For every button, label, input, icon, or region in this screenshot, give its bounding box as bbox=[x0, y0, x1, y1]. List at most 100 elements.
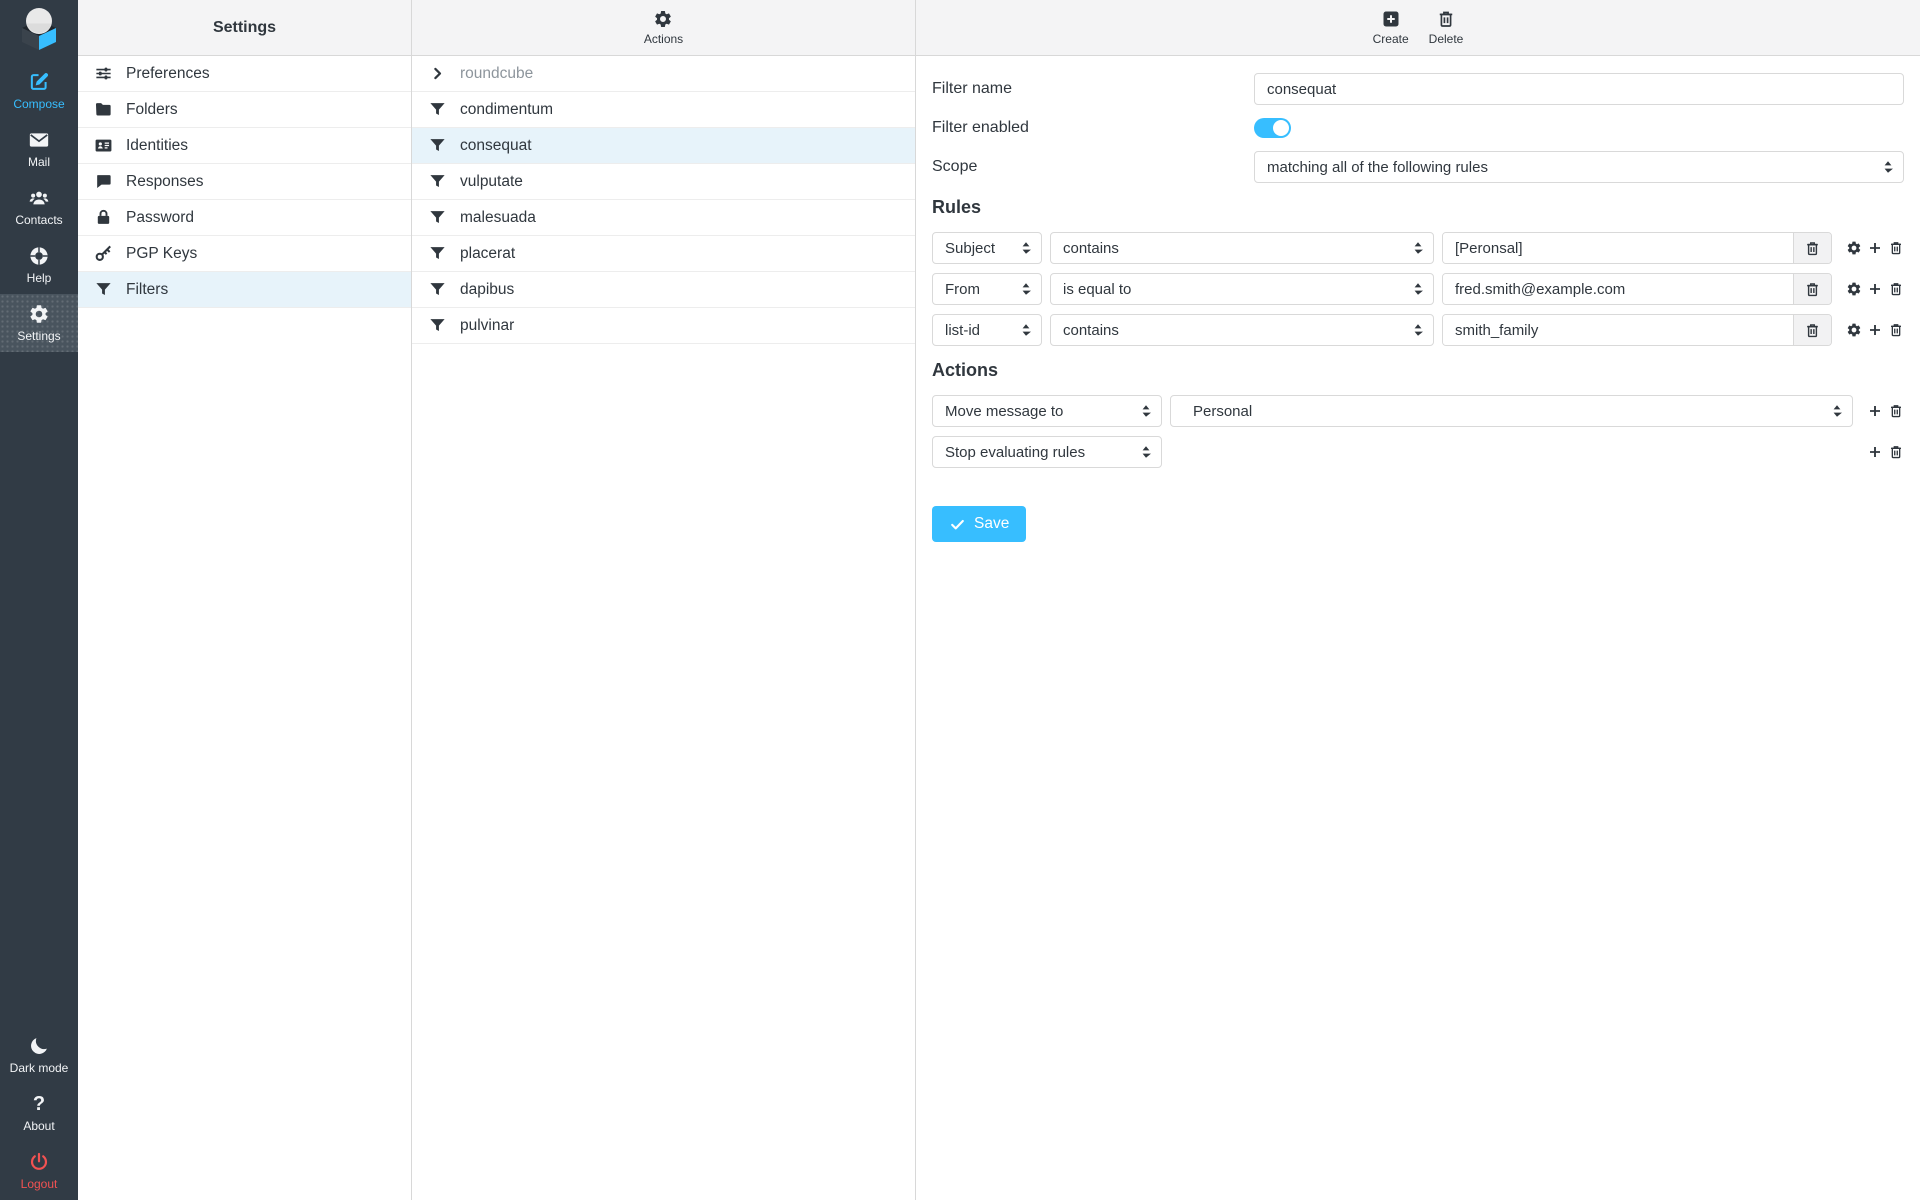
action-target-select[interactable]: Personal bbox=[1170, 395, 1853, 427]
key-icon bbox=[94, 244, 113, 263]
sidebar-item-mail[interactable]: Mail bbox=[0, 120, 78, 178]
filter-enabled-row: Filter enabled bbox=[932, 118, 1904, 138]
create-button[interactable]: Create bbox=[1363, 9, 1419, 46]
filter-item-pulvinar[interactable]: pulvinar bbox=[412, 308, 915, 344]
filter-enabled-toggle[interactable] bbox=[1254, 118, 1291, 138]
settings-panel: Settings Preferences Folders Identities … bbox=[78, 0, 412, 1200]
save-button[interactable]: Save bbox=[932, 506, 1027, 542]
rule-add-button[interactable] bbox=[1867, 322, 1883, 338]
delete-button-label: Delete bbox=[1428, 32, 1464, 46]
trash-icon bbox=[1888, 281, 1904, 297]
rule-advanced-button[interactable] bbox=[1846, 322, 1862, 338]
sidebar-item-label: Contacts bbox=[15, 213, 63, 227]
action-delete-button[interactable] bbox=[1888, 403, 1904, 419]
settings-panel-header: Settings bbox=[78, 0, 411, 56]
contacts-icon bbox=[28, 187, 50, 209]
filter-actions-button[interactable]: Actions bbox=[634, 9, 693, 46]
settings-item-label: PGP Keys bbox=[126, 244, 198, 262]
rule-field-select[interactable]: list-id bbox=[932, 314, 1042, 346]
rule-operator-select[interactable]: is equal to bbox=[1050, 273, 1434, 305]
sidebar-item-label: Settings bbox=[17, 329, 61, 343]
sidebar-item-settings[interactable]: Settings bbox=[0, 294, 78, 352]
rule-value-input[interactable] bbox=[1443, 233, 1793, 263]
trash-icon bbox=[1804, 322, 1821, 339]
select-arrows-icon bbox=[1413, 323, 1423, 337]
filter-set-roundcube[interactable]: roundcube bbox=[412, 56, 915, 92]
settings-item-pgp-keys[interactable]: PGP Keys bbox=[78, 236, 411, 272]
moon-icon bbox=[28, 1035, 50, 1057]
filter-item-consequat[interactable]: consequat bbox=[412, 128, 915, 164]
sidebar-item-logout[interactable]: Logout bbox=[0, 1142, 78, 1200]
rule-add-button[interactable] bbox=[1867, 240, 1883, 256]
funnel-icon bbox=[428, 280, 447, 299]
rules-heading: Rules bbox=[932, 197, 982, 217]
task-menu: Compose Mail Contacts Help Settings Dark… bbox=[0, 0, 78, 1200]
filter-item-malesuada[interactable]: malesuada bbox=[412, 200, 915, 236]
settings-item-identities[interactable]: Identities bbox=[78, 128, 411, 164]
action-delete-button[interactable] bbox=[1888, 444, 1904, 460]
action-add-button[interactable] bbox=[1867, 444, 1883, 460]
create-plus-icon bbox=[1381, 9, 1401, 29]
funnel-icon bbox=[428, 136, 447, 155]
filter-item-dapibus[interactable]: dapibus bbox=[412, 272, 915, 308]
filter-detail-panel: Create Delete Filter name Filter enabled… bbox=[916, 0, 1920, 1200]
rule-row-controls bbox=[1840, 273, 1904, 305]
rule-field-select[interactable]: From bbox=[932, 273, 1042, 305]
rule-advanced-button[interactable] bbox=[1846, 240, 1862, 256]
filter-item-label: condimentum bbox=[460, 100, 554, 118]
rule-value-input[interactable] bbox=[1443, 315, 1793, 345]
rule-advanced-button[interactable] bbox=[1846, 281, 1862, 297]
rule-field-select[interactable]: Subject bbox=[932, 232, 1042, 264]
rule-add-button[interactable] bbox=[1867, 281, 1883, 297]
sliders-icon bbox=[94, 64, 113, 83]
action-add-button[interactable] bbox=[1867, 403, 1883, 419]
save-button-label: Save bbox=[974, 515, 1010, 532]
rule-delete-button[interactable] bbox=[1888, 240, 1904, 256]
filter-item-placerat[interactable]: placerat bbox=[412, 236, 915, 272]
rule-delete-button[interactable] bbox=[1888, 322, 1904, 338]
sidebar-item-contacts[interactable]: Contacts bbox=[0, 178, 78, 236]
rule-value-group bbox=[1442, 314, 1832, 346]
rule-value-clear-button[interactable] bbox=[1793, 315, 1831, 345]
settings-item-filters[interactable]: Filters bbox=[78, 272, 411, 308]
sidebar-item-compose[interactable]: Compose bbox=[0, 62, 78, 120]
rule-operator-select[interactable]: contains bbox=[1050, 314, 1434, 346]
settings-item-responses[interactable]: Responses bbox=[78, 164, 411, 200]
filters-list: roundcube condimentum consequat vulputat… bbox=[412, 56, 915, 344]
rule-operator-select[interactable]: contains bbox=[1050, 232, 1434, 264]
select-arrows-icon bbox=[1832, 404, 1842, 418]
rule-operator-value: contains bbox=[1063, 239, 1119, 257]
delete-button[interactable]: Delete bbox=[1419, 9, 1474, 46]
rule-value-group bbox=[1442, 232, 1832, 264]
sidebar-item-about[interactable]: ? About bbox=[0, 1084, 78, 1142]
gear-icon bbox=[1846, 281, 1862, 297]
rule-field-value: From bbox=[945, 280, 980, 298]
filters-panel-header: Actions bbox=[412, 0, 915, 56]
settings-item-label: Identities bbox=[126, 136, 189, 154]
settings-item-folders[interactable]: Folders bbox=[78, 92, 411, 128]
trash-icon bbox=[1436, 9, 1456, 29]
plus-icon bbox=[1867, 403, 1883, 419]
filter-item-label: vulputate bbox=[460, 172, 523, 190]
sidebar-item-dark-mode[interactable]: Dark mode bbox=[0, 1026, 78, 1084]
rule-value-input[interactable] bbox=[1443, 274, 1793, 304]
plus-icon bbox=[1867, 322, 1883, 338]
action-type-select[interactable]: Stop evaluating rules bbox=[932, 436, 1162, 468]
rule-value-group bbox=[1442, 273, 1832, 305]
filter-item-condimentum[interactable]: condimentum bbox=[412, 92, 915, 128]
action-type-select[interactable]: Move message to bbox=[932, 395, 1162, 427]
action-row-spacer bbox=[1170, 436, 1853, 468]
scope-select[interactable]: matching all of the following rules bbox=[1254, 151, 1904, 183]
sidebar-item-help[interactable]: Help bbox=[0, 236, 78, 294]
settings-item-preferences[interactable]: Preferences bbox=[78, 56, 411, 92]
app-logo bbox=[0, 0, 78, 62]
gear-icon bbox=[28, 303, 50, 325]
rule-delete-button[interactable] bbox=[1888, 281, 1904, 297]
rule-value-clear-button[interactable] bbox=[1793, 274, 1831, 304]
filter-name-input[interactable] bbox=[1254, 73, 1904, 105]
action-type-value: Move message to bbox=[945, 402, 1064, 420]
filter-item-vulputate[interactable]: vulputate bbox=[412, 164, 915, 200]
rule-value-clear-button[interactable] bbox=[1793, 233, 1831, 263]
filter-set-label: roundcube bbox=[460, 64, 534, 82]
settings-item-password[interactable]: Password bbox=[78, 200, 411, 236]
